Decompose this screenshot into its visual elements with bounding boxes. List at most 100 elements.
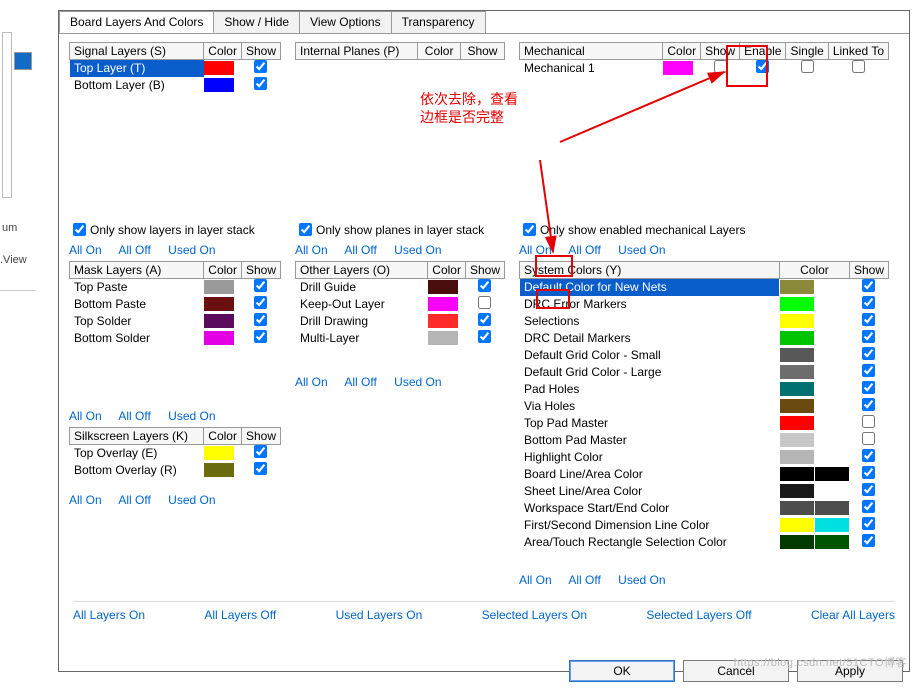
signal-header-color[interactable]: Color — [204, 43, 242, 60]
tab-transparency[interactable]: Transparency — [391, 11, 486, 33]
sys-row-6[interactable]: Pad Holes — [520, 381, 780, 398]
signal-color-bottom[interactable] — [204, 77, 242, 94]
sys-header-show[interactable]: Show — [849, 262, 888, 279]
mask-header-show[interactable]: Show — [241, 262, 280, 279]
mask-show-0[interactable] — [254, 279, 267, 292]
other-drill-guide[interactable]: Drill Guide — [296, 279, 428, 296]
planes-all-off[interactable]: All Off — [344, 243, 376, 257]
sys-header-color[interactable]: Color — [779, 262, 849, 279]
signal-all-on[interactable]: All On — [69, 243, 102, 257]
only-planes-checkbox[interactable] — [299, 223, 312, 236]
mask-top-paste[interactable]: Top Paste — [70, 279, 204, 296]
other-header-name[interactable]: Other Layers (O) — [296, 262, 428, 279]
all-layers-off[interactable]: All Layers Off — [204, 608, 276, 622]
sys-row-4[interactable]: Default Grid Color - Small — [520, 347, 780, 364]
sys-row-5[interactable]: Default Grid Color - Large — [520, 364, 780, 381]
mask-color-0[interactable] — [204, 279, 242, 296]
apply-button[interactable]: Apply — [797, 660, 903, 682]
sys-row-2[interactable]: Selections — [520, 313, 780, 330]
silk-bottom-overlay[interactable]: Bottom Overlay (R) — [70, 462, 204, 479]
silk-used-on[interactable]: Used On — [168, 493, 215, 507]
mask-color-2[interactable] — [204, 313, 242, 330]
tab-board-layers[interactable]: Board Layers And Colors — [59, 11, 214, 33]
sys-color1-3[interactable] — [779, 330, 814, 347]
sys-all-on[interactable]: All On — [519, 573, 552, 587]
all-layers-on[interactable]: All Layers On — [73, 608, 145, 622]
other-show-1[interactable] — [478, 296, 491, 309]
sys-color1-5[interactable] — [779, 364, 814, 381]
planes-used-on[interactable]: Used On — [394, 243, 441, 257]
mask-bottom-paste[interactable]: Bottom Paste — [70, 296, 204, 313]
mask-header-name[interactable]: Mask Layers (A) — [70, 262, 204, 279]
mech-show-1[interactable] — [714, 60, 727, 73]
only-layers-checkbox[interactable] — [73, 223, 86, 236]
sys-row-1[interactable]: DRC Error Markers — [520, 296, 780, 313]
mech-header-linked[interactable]: Linked To — [828, 43, 888, 60]
mech-header-enable[interactable]: Enable — [740, 43, 786, 60]
signal-color-top[interactable] — [204, 60, 242, 77]
mask-show-1[interactable] — [254, 296, 267, 309]
sys-color1-0[interactable] — [779, 279, 814, 296]
sys-show-6[interactable] — [862, 381, 875, 394]
mask-color-1[interactable] — [204, 296, 242, 313]
other-show-0[interactable] — [478, 279, 491, 292]
mech-used-on[interactable]: Used On — [618, 243, 665, 257]
mech-header-show[interactable]: Show — [701, 43, 740, 60]
silk-show-1[interactable] — [254, 462, 267, 475]
silk-all-off[interactable]: All Off — [118, 493, 150, 507]
sys-row-13[interactable]: Workspace Start/End Color — [520, 500, 780, 517]
silk-color-0[interactable] — [204, 445, 242, 462]
mech-row-1[interactable]: Mechanical 1 — [520, 60, 663, 77]
other-color-3[interactable] — [428, 330, 466, 347]
sys-color2-14[interactable] — [814, 517, 849, 534]
signal-all-off[interactable]: All Off — [118, 243, 150, 257]
other-color-1[interactable] — [428, 296, 466, 313]
sys-color1-12[interactable] — [779, 483, 814, 500]
silk-show-0[interactable] — [254, 445, 267, 458]
sys-row-12[interactable]: Sheet Line/Area Color — [520, 483, 780, 500]
sys-color1-8[interactable] — [779, 415, 814, 432]
signal-header-show[interactable]: Show — [241, 43, 280, 60]
silk-header-name[interactable]: Silkscreen Layers (K) — [70, 428, 204, 445]
sys-all-off[interactable]: All Off — [568, 573, 600, 587]
mech-color-1[interactable] — [663, 60, 701, 77]
sys-color1-11[interactable] — [779, 466, 814, 483]
sys-show-9[interactable] — [862, 432, 875, 445]
planes-header-color[interactable]: Color — [418, 43, 461, 60]
mech-single-1[interactable] — [801, 60, 814, 73]
sys-color1-7[interactable] — [779, 398, 814, 415]
mech-header-single[interactable]: Single — [786, 43, 828, 60]
other-show-2[interactable] — [478, 313, 491, 326]
other-multilayer[interactable]: Multi-Layer — [296, 330, 428, 347]
sys-color2-11[interactable] — [814, 466, 849, 483]
sys-row-14[interactable]: First/Second Dimension Line Color — [520, 517, 780, 534]
other-color-2[interactable] — [428, 313, 466, 330]
other-all-off[interactable]: All Off — [344, 375, 376, 389]
mask-top-solder[interactable]: Top Solder — [70, 313, 204, 330]
ok-button[interactable]: OK — [569, 660, 675, 682]
mask-bottom-solder[interactable]: Bottom Solder — [70, 330, 204, 347]
mask-header-color[interactable]: Color — [204, 262, 242, 279]
sys-show-12[interactable] — [862, 483, 875, 496]
sys-show-1[interactable] — [862, 296, 875, 309]
other-drill-drawing[interactable]: Drill Drawing — [296, 313, 428, 330]
tab-show-hide[interactable]: Show / Hide — [213, 11, 300, 33]
sys-show-15[interactable] — [862, 534, 875, 547]
sys-show-7[interactable] — [862, 398, 875, 411]
cancel-button[interactable]: Cancel — [683, 660, 789, 682]
sys-used-on[interactable]: Used On — [618, 573, 665, 587]
sys-color1-4[interactable] — [779, 347, 814, 364]
signal-row-top[interactable]: Top Layer (T) — [70, 60, 204, 77]
signal-header-name[interactable]: Signal Layers (S) — [70, 43, 204, 60]
only-mech-checkbox[interactable] — [523, 223, 536, 236]
mech-linked-1[interactable] — [852, 60, 865, 73]
sys-show-3[interactable] — [862, 330, 875, 343]
clear-all-layers[interactable]: Clear All Layers — [811, 608, 895, 622]
other-show-3[interactable] — [478, 330, 491, 343]
sys-show-13[interactable] — [862, 500, 875, 513]
mech-header-color[interactable]: Color — [663, 43, 701, 60]
sys-show-2[interactable] — [862, 313, 875, 326]
silk-top-overlay[interactable]: Top Overlay (E) — [70, 445, 204, 462]
mask-color-3[interactable] — [204, 330, 242, 347]
sys-color1-1[interactable] — [779, 296, 814, 313]
